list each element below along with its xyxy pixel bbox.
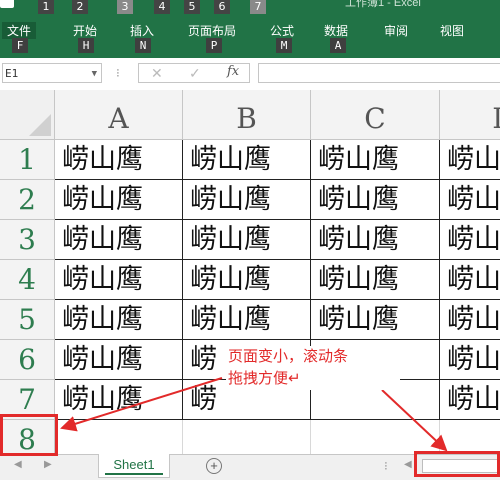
cell-b8[interactable] xyxy=(183,420,311,454)
tab-insert[interactable]: 插入 xyxy=(130,22,154,39)
worksheet-grid[interactable]: ABCD1崂山鹰崂山鹰崂山鹰崂山2崂山鹰崂山鹰崂山鹰崂山3崂山鹰崂山鹰崂山鹰崂山… xyxy=(0,90,500,454)
insert-function-icon[interactable]: fx xyxy=(227,64,239,79)
row-header-3[interactable]: 3 xyxy=(0,220,55,260)
tab-page-layout[interactable]: 页面布局 xyxy=(188,22,236,39)
keytip-insert: N xyxy=(135,38,151,53)
tab-formulas[interactable]: 公式 xyxy=(270,22,294,39)
cell-d7[interactable]: 崂山 xyxy=(440,380,500,420)
tab-file[interactable]: 文件 xyxy=(2,22,37,39)
sheet-tab[interactable]: Sheet1 xyxy=(98,454,170,478)
select-all-triangle-icon xyxy=(29,114,51,136)
row-header-6[interactable]: 6 xyxy=(0,340,55,380)
chevron-down-icon[interactable]: ▼ xyxy=(92,64,97,84)
row-header-2[interactable]: 2 xyxy=(0,180,55,220)
formula-bar: E1 ▼ ⁝ ✕ ✓ fx xyxy=(0,58,500,91)
cell-d4[interactable]: 崂山 xyxy=(440,260,500,300)
keytip-qat-6: 6 xyxy=(214,0,230,14)
tab-review[interactable]: 审阅 xyxy=(384,22,408,39)
cell-a7[interactable]: 崂山鹰 xyxy=(55,380,183,420)
cell-d6[interactable]: 崂山 xyxy=(440,340,500,380)
keytip-qat-1: 1 xyxy=(38,0,54,14)
prev-sheet-icon[interactable]: ◀ xyxy=(14,459,22,470)
tab-home[interactable]: 开始 xyxy=(73,22,97,39)
column-header-a[interactable]: A xyxy=(55,90,183,140)
highlight-scrollbar xyxy=(414,451,500,477)
formula-input[interactable] xyxy=(258,63,500,83)
cell-c8[interactable] xyxy=(311,420,440,454)
cell-a3[interactable]: 崂山鹰 xyxy=(55,220,183,260)
cell-c2[interactable]: 崂山鹰 xyxy=(311,180,440,220)
cell-a8[interactable] xyxy=(55,420,183,454)
formula-buttons: ✕ ✓ fx xyxy=(138,63,250,83)
cell-a5[interactable]: 崂山鹰 xyxy=(55,300,183,340)
excel-app-icon xyxy=(0,0,14,8)
keytip-formulas: M xyxy=(276,38,292,53)
cell-a2[interactable]: 崂山鹰 xyxy=(55,180,183,220)
cell-a1[interactable]: 崂山鹰 xyxy=(55,140,183,180)
keytip-qat-2: 2 xyxy=(72,0,88,14)
next-sheet-icon[interactable]: ▶ xyxy=(44,459,52,470)
keytip-qat-3: 3 xyxy=(117,0,133,14)
cell-b3[interactable]: 崂山鹰 xyxy=(183,220,311,260)
cell-b1[interactable]: 崂山鹰 xyxy=(183,140,311,180)
select-all-corner[interactable] xyxy=(0,90,55,140)
annotation-line-2: 拖拽方便↵ xyxy=(228,370,301,387)
highlight-row-8 xyxy=(0,414,58,456)
cell-d3[interactable]: 崂山 xyxy=(440,220,500,260)
cell-a6[interactable]: 崂山鹰 xyxy=(55,340,183,380)
window-title: 工作簿1 - Excel xyxy=(345,0,421,9)
tab-view[interactable]: 视图 xyxy=(440,22,464,39)
cell-c5[interactable]: 崂山鹰 xyxy=(311,300,440,340)
scroll-left-icon[interactable]: ◀ xyxy=(404,459,412,470)
tab-split-handle-icon[interactable]: ⁝ xyxy=(384,459,388,473)
cell-d1[interactable]: 崂山 xyxy=(440,140,500,180)
row-header-1[interactable]: 1 xyxy=(0,140,55,180)
cell-c1[interactable]: 崂山鹰 xyxy=(311,140,440,180)
row-header-5[interactable]: 5 xyxy=(0,300,55,340)
keytip-page-layout: P xyxy=(206,38,222,53)
keytip-qat-7: 7 xyxy=(250,0,266,14)
cell-c3[interactable]: 崂山鹰 xyxy=(311,220,440,260)
annotation-callout: 页面变小，滚动条 拖拽方便↵ xyxy=(226,346,400,390)
keytip-file: F xyxy=(12,38,28,53)
cell-b4[interactable]: 崂山鹰 xyxy=(183,260,311,300)
row-header-4[interactable]: 4 xyxy=(0,260,55,300)
name-box-value: E1 xyxy=(5,67,19,80)
cancel-icon[interactable]: ✕ xyxy=(151,65,163,82)
cell-d5[interactable]: 崂山 xyxy=(440,300,500,340)
keytip-qat-4: 4 xyxy=(154,0,170,14)
name-box[interactable]: E1 ▼ xyxy=(2,63,102,83)
add-sheet-icon[interactable]: + xyxy=(206,458,222,474)
cell-b2[interactable]: 崂山鹰 xyxy=(183,180,311,220)
enter-icon[interactable]: ✓ xyxy=(189,65,201,82)
keytip-qat-5: 5 xyxy=(184,0,200,14)
drag-handle-icon[interactable]: ⁝ xyxy=(116,66,120,80)
keytip-data: A xyxy=(330,38,346,53)
cell-d2[interactable]: 崂山 xyxy=(440,180,500,220)
column-header-c[interactable]: C xyxy=(311,90,440,140)
keytip-home: H xyxy=(78,38,94,53)
cell-d8[interactable] xyxy=(440,420,500,454)
ribbon: 1 2 3 4 5 6 7 工作簿1 - Excel 文件 开始 插入 页面布局… xyxy=(0,0,500,58)
cell-c4[interactable]: 崂山鹰 xyxy=(311,260,440,300)
column-header-d[interactable]: D xyxy=(440,90,500,140)
cell-a4[interactable]: 崂山鹰 xyxy=(55,260,183,300)
column-header-b[interactable]: B xyxy=(183,90,311,140)
annotation-line-1: 页面变小，滚动条 xyxy=(228,348,349,365)
tab-data[interactable]: 数据 xyxy=(324,22,348,39)
cell-b5[interactable]: 崂山鹰 xyxy=(183,300,311,340)
